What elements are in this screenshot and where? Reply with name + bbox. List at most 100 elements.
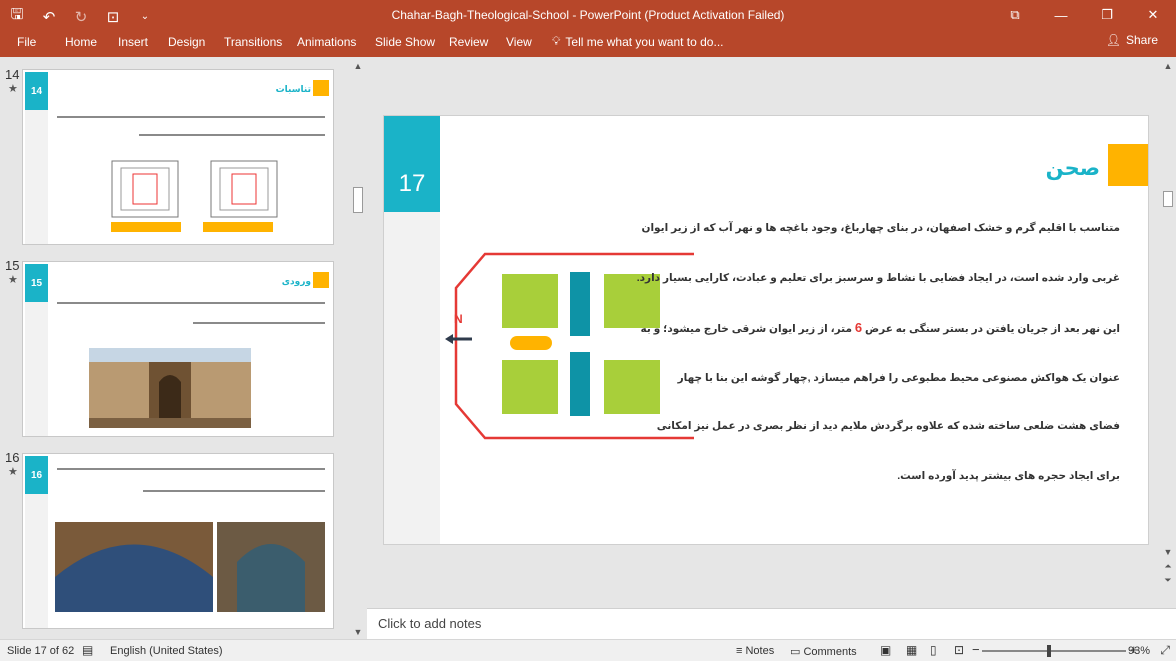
- spellcheck-icon[interactable]: ▤: [82, 643, 93, 657]
- slide-show-icon[interactable]: ⊡: [954, 643, 964, 657]
- thumbnail-photo: [89, 348, 251, 428]
- slide-sidebar: [384, 212, 440, 544]
- water-channel: [570, 352, 590, 416]
- scrollbar-thumb[interactable]: [1163, 191, 1173, 207]
- thumbnail-text-line: [143, 490, 325, 492]
- garden-bed-icon: [502, 274, 558, 328]
- thumbnail-floorplans: [111, 160, 278, 218]
- comments-button[interactable]: ▭ Comments: [790, 645, 857, 658]
- zoom-slider[interactable]: [982, 650, 1126, 652]
- thumbnail-title: ورودی: [281, 276, 311, 286]
- thumbnail-photos: [55, 522, 325, 612]
- body-text-line: فضای هشت ضلعی ساخته شده که علاوه برگردش …: [656, 420, 1120, 432]
- share-label: Share: [1125, 33, 1158, 47]
- thumbnail-sidebar: [25, 110, 48, 244]
- tell-me-text: Tell me what you want to do...: [565, 34, 724, 49]
- lightbulb-icon: 💡︎: [552, 34, 561, 48]
- person-icon: 👤︎: [1105, 33, 1121, 47]
- slide-thumbnail-pane: 14 ★ 14 تناسبات 15 ★ 15 ورودی 16 ★ 16: [0, 57, 366, 639]
- zoom-slider-handle[interactable]: [1046, 645, 1051, 657]
- tab-animations[interactable]: Animations: [297, 35, 356, 49]
- thumbnail-title: تناسبات: [275, 84, 311, 94]
- water-channel: [570, 272, 590, 336]
- fit-slide-icon[interactable]: ⤢: [1160, 643, 1170, 658]
- current-slide[interactable]: 17 صحن N متناسب با اقلیم گرم و خشک اصفها…: [383, 115, 1149, 545]
- body-text-line: متناسب با اقلیم گرم و خشک اصفهان، در بنا…: [641, 222, 1121, 234]
- thumbnail-caption-box: [111, 222, 181, 232]
- thumbnail-number: 16: [5, 450, 20, 465]
- reading-view-icon[interactable]: ▯: [930, 643, 937, 657]
- slide-counter: Slide 17 of 62: [7, 645, 75, 657]
- thumbnail-accent: [313, 272, 329, 288]
- thumbnail-badge: 15: [25, 264, 48, 302]
- thumbnail-slide-14[interactable]: 14 تناسبات: [22, 69, 334, 245]
- scroll-up-icon[interactable]: ▲: [350, 61, 366, 71]
- tab-view[interactable]: View: [506, 35, 532, 49]
- scrollbar-thumb[interactable]: [353, 187, 363, 213]
- scroll-up-icon[interactable]: ▲: [1160, 61, 1176, 71]
- language-indicator[interactable]: English (United States): [110, 645, 223, 657]
- previous-slide-icon[interactable]: ⏶: [1160, 561, 1176, 572]
- thumbnail-slide-16[interactable]: 16: [22, 453, 334, 629]
- restore-ribbon-icon[interactable]: ⧉: [992, 0, 1038, 30]
- thumbnail-badge: 14: [25, 72, 48, 110]
- north-label: N: [454, 312, 463, 326]
- zoom-level[interactable]: 93%: [1128, 645, 1150, 657]
- thumbnail-caption-box: [203, 222, 273, 232]
- thumbnail-sidebar: [25, 302, 48, 436]
- ribbon-tabs: File Home Insert Design Transitions Anim…: [0, 30, 1176, 57]
- thumbnail-text-line: [57, 116, 325, 118]
- body-text-segment: متر، از زیر ایوان شرقی خارج میشود؛ و به: [640, 323, 855, 335]
- window-controls: ⧉ — ❐ ✕: [992, 0, 1176, 30]
- thumbnail-slide-15[interactable]: 15 ورودی: [22, 261, 334, 437]
- body-text-line: این نهر بعد از جریان یافتن در بستر سنگی …: [641, 320, 1120, 335]
- tab-insert[interactable]: Insert: [118, 35, 148, 49]
- comments-label: Comments: [803, 646, 857, 658]
- garden-bed-icon: [502, 360, 558, 414]
- tab-transitions[interactable]: Transitions: [224, 35, 282, 49]
- notes-toggle-button[interactable]: ≡ Notes: [736, 645, 774, 657]
- minimize-icon[interactable]: —: [1038, 0, 1084, 30]
- tab-review[interactable]: Review: [449, 35, 488, 49]
- slide-editing-area: 17 صحن N متناسب با اقلیم گرم و خشک اصفها…: [367, 57, 1160, 607]
- thumbnail-text-line: [57, 302, 325, 304]
- thumbnail-text-line: [139, 134, 325, 136]
- thumbnail-text-line: [193, 322, 325, 324]
- scroll-down-icon[interactable]: ▼: [1160, 547, 1176, 557]
- scroll-down-icon[interactable]: ▼: [350, 627, 366, 637]
- thumbnail-number: 14: [5, 67, 20, 82]
- maximize-icon[interactable]: ❐: [1084, 0, 1130, 30]
- animation-star-icon: ★: [8, 83, 18, 95]
- body-text-line: غربی وارد شده است، در ایجاد فضایی با نشا…: [636, 272, 1120, 284]
- notes-pane[interactable]: Click to add notes: [367, 608, 1176, 639]
- thumbnail-sidebar: [25, 494, 48, 628]
- thumbnail-scrollbar[interactable]: ▲ ▼: [350, 57, 366, 639]
- title-bar: 🖫 ↶ ↻ ⊡ ⌄ Chahar-Bagh-Theological-School…: [0, 0, 1176, 30]
- slide-sorter-icon[interactable]: ▦: [906, 643, 917, 657]
- thumbnail-number: 15: [5, 258, 20, 273]
- slide-scrollbar[interactable]: ▲ ▼ ⏶ ⏷: [1160, 57, 1176, 607]
- thumbnail-text-line: [57, 468, 325, 470]
- slide-heading[interactable]: صحن: [1046, 156, 1100, 181]
- animation-star-icon: ★: [8, 466, 18, 478]
- next-slide-icon[interactable]: ⏷: [1160, 575, 1176, 586]
- slide-number-badge: 17: [384, 116, 440, 212]
- close-icon[interactable]: ✕: [1130, 0, 1176, 30]
- tab-file[interactable]: File: [17, 35, 36, 49]
- notes-placeholder: Click to add notes: [378, 616, 482, 631]
- tell-me-box[interactable]: 💡︎ Tell me what you want to do...: [552, 34, 724, 49]
- body-text-segment: این نهر بعد از جریان یافتن در بستر سنگی …: [862, 323, 1120, 335]
- tab-design[interactable]: Design: [168, 35, 205, 49]
- pool-shape: [510, 336, 552, 350]
- tab-slide-show[interactable]: Slide Show: [375, 35, 435, 49]
- notes-toggle-label: Notes: [745, 645, 775, 657]
- share-button[interactable]: 👤︎ Share: [1106, 33, 1158, 47]
- status-bar: Slide 17 of 62 ▤ English (United States)…: [0, 639, 1176, 661]
- body-text-line: عنوان یک هواکش مصنوعی محیط مطبوعی را فرا…: [677, 372, 1120, 384]
- north-arrow-icon: [445, 334, 472, 344]
- tab-home[interactable]: Home: [65, 35, 97, 49]
- title-accent: [1108, 144, 1148, 186]
- body-text-line: برای ایجاد حجره های بیشتر پدید آورده است…: [897, 470, 1120, 482]
- normal-view-icon[interactable]: ▣: [880, 643, 891, 657]
- zoom-out-icon[interactable]: −: [972, 642, 980, 657]
